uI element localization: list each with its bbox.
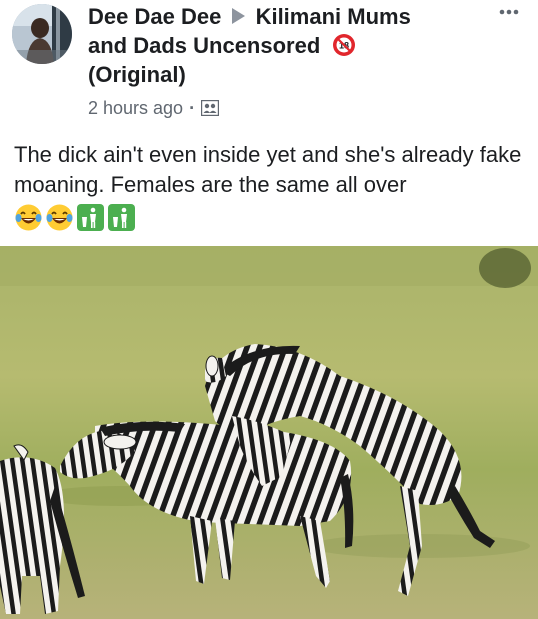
post-header: Dee Dae Dee Kilimani Mums and Dads Uncen… <box>0 0 538 120</box>
group-name-part1[interactable]: Kilimani Mums <box>256 4 411 29</box>
laughing-crying-emoji <box>15 204 42 231</box>
triangle-right-icon <box>232 8 246 24</box>
emoji-row <box>14 203 136 233</box>
author-name[interactable]: Dee Dae Dee <box>88 4 221 29</box>
post-photo[interactable] <box>0 246 538 619</box>
author-group-line: Dee Dae Dee Kilimani Mums <box>88 2 488 31</box>
avatar[interactable] <box>12 4 72 64</box>
restroom-sign-emoji <box>108 204 135 231</box>
laughing-crying-emoji <box>46 204 73 231</box>
post-text: The dick ain't even inside yet and she's… <box>14 142 522 197</box>
group-name-part2[interactable]: and Dads Uncensored <box>88 33 320 58</box>
no-under-18-icon: 18 <box>333 34 356 56</box>
restroom-sign-emoji <box>77 204 104 231</box>
group-line-3: (Original) <box>88 60 488 89</box>
group-line-2: and Dads Uncensored 18 <box>88 31 488 60</box>
separator-dot: · <box>189 98 196 118</box>
timestamp-line: 2 hours ago · <box>88 97 488 119</box>
more-options-icon[interactable] <box>494 2 524 22</box>
group-name-part3[interactable]: (Original) <box>88 62 186 87</box>
post-meta: Dee Dae Dee Kilimani Mums and Dads Uncen… <box>88 2 488 119</box>
post-timestamp[interactable]: 2 hours ago <box>88 98 183 118</box>
group-audience-icon <box>201 100 220 116</box>
